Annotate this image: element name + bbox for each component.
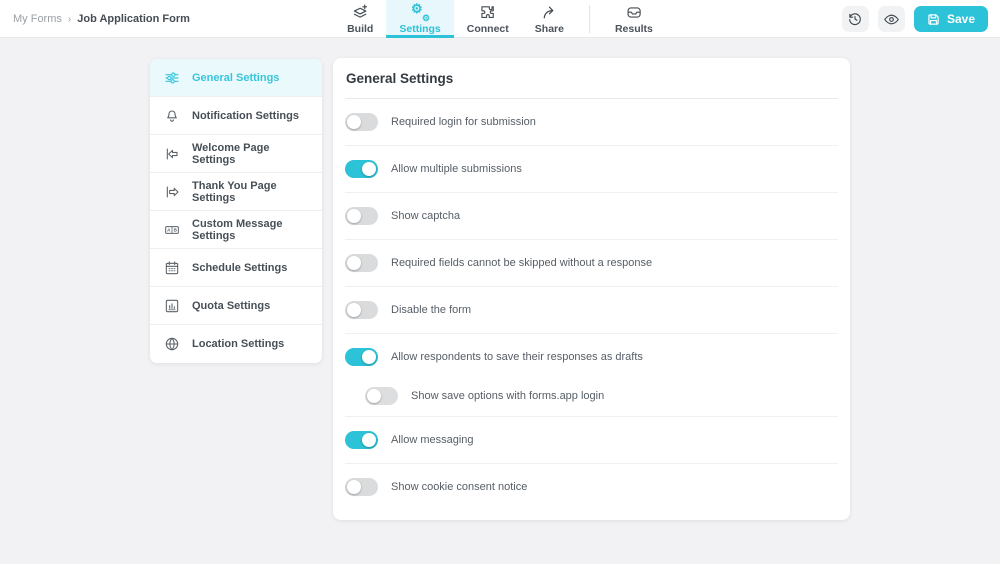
preview-button[interactable] xyxy=(877,6,905,32)
tab-label: Build xyxy=(347,22,374,35)
breadcrumb-separator: › xyxy=(67,13,72,25)
sidebar-item-thank-you-page-settings[interactable]: Thank You Page Settings xyxy=(150,173,322,211)
tab-results[interactable]: Results xyxy=(602,0,666,38)
setting-row-save-options-login: Show save options with forms.app login xyxy=(345,376,838,416)
share-arrow-icon xyxy=(541,4,558,21)
tab-build[interactable]: Build xyxy=(334,0,386,38)
sidebar-item-notification-settings[interactable]: Notification Settings xyxy=(150,97,322,135)
setting-label: Allow multiple submissions xyxy=(391,163,522,175)
setting-row-required-login: Required login for submission xyxy=(345,99,838,145)
setting-row-show-captcha: Show captcha xyxy=(345,193,838,239)
puzzle-icon xyxy=(479,4,496,21)
top-actions: Save xyxy=(841,6,988,32)
gears-icon: ⚙ ⚙ xyxy=(411,0,431,23)
sidebar-item-quota-settings[interactable]: Quota Settings xyxy=(150,287,322,325)
sidebar-item-label: Location Settings xyxy=(192,338,285,350)
setting-group: Show cookie consent notice xyxy=(345,464,838,510)
tab-share[interactable]: Share xyxy=(522,0,577,38)
tab-label: Connect xyxy=(466,22,509,35)
globe-icon xyxy=(164,336,180,352)
setting-group: Allow messaging xyxy=(345,417,838,464)
setting-group: Allow multiple submissions xyxy=(345,146,838,193)
setting-label: Disable the form xyxy=(391,304,472,316)
setting-label: Show captcha xyxy=(391,210,461,222)
setting-label: Show cookie consent notice xyxy=(391,481,528,493)
eye-icon xyxy=(883,11,900,28)
ab-message-icon: A B xyxy=(164,222,180,238)
setting-group: Allow respondents to save their response… xyxy=(345,334,838,417)
tab-group-divider xyxy=(588,5,590,33)
toggle-save-drafts[interactable] xyxy=(345,348,378,366)
sidebar-item-label: Quota Settings xyxy=(192,299,271,312)
tab-label: Results xyxy=(614,22,653,35)
save-label: Save xyxy=(946,12,975,26)
breadcrumb-my-forms[interactable]: My Forms xyxy=(13,13,62,25)
setting-row-cookie-consent: Show cookie consent notice xyxy=(345,464,838,510)
setting-row-disable-form: Disable the form xyxy=(345,287,838,333)
general-settings-panel: General Settings Required login for subm… xyxy=(333,58,850,520)
settings-sidebar: General Settings Notification Settings W… xyxy=(150,59,322,363)
tab-label: Settings xyxy=(399,22,441,35)
main-tabs: Build ⚙ ⚙ Settings Connect Share Results xyxy=(334,0,666,38)
chart-box-icon xyxy=(164,298,180,314)
setting-group: Required fields cannot be skipped withou… xyxy=(345,240,838,287)
calendar-icon xyxy=(164,260,180,276)
tab-settings[interactable]: ⚙ ⚙ Settings xyxy=(386,0,454,38)
sidebar-item-label: General Settings xyxy=(192,71,280,84)
setting-row-multiple-submissions: Allow multiple submissions xyxy=(345,146,838,192)
toggle-required-fields[interactable] xyxy=(345,254,378,272)
sidebar-item-label: Notification Settings xyxy=(192,109,299,122)
toggle-multiple-submissions[interactable] xyxy=(345,160,378,178)
panel-title: General Settings xyxy=(345,58,838,99)
setting-label: Show save options with forms.app login xyxy=(411,390,605,402)
tab-connect[interactable]: Connect xyxy=(454,0,522,38)
toggle-show-captcha[interactable] xyxy=(345,207,378,225)
page-end-icon xyxy=(164,184,180,200)
setting-group: Show captcha xyxy=(345,193,838,240)
svg-text:B: B xyxy=(174,227,178,232)
toggle-cookie-consent[interactable] xyxy=(345,478,378,496)
toggle-disable-form[interactable] xyxy=(345,301,378,319)
toggle-required-login[interactable] xyxy=(345,113,378,131)
save-button[interactable]: Save xyxy=(913,6,988,32)
top-bar: My Forms › Job Application Form Build ⚙ ⚙… xyxy=(0,0,1000,38)
sidebar-item-label: Custom Message Settings xyxy=(192,217,283,242)
svg-text:A: A xyxy=(167,227,171,232)
breadcrumb-form-title: Job Application Form xyxy=(77,13,190,25)
setting-group: Required login for submission xyxy=(345,99,838,146)
toggle-allow-messaging[interactable] xyxy=(345,431,378,449)
toggle-save-options-login[interactable] xyxy=(365,387,398,405)
tab-label: Share xyxy=(534,22,564,35)
sidebar-item-label: Schedule Settings xyxy=(192,261,288,274)
setting-label: Required login for submission xyxy=(391,116,536,128)
floppy-icon xyxy=(927,13,940,26)
sliders-icon xyxy=(164,70,180,86)
sidebar-item-schedule-settings[interactable]: Schedule Settings xyxy=(150,249,322,287)
sidebar-item-location-settings[interactable]: Location Settings xyxy=(150,325,322,363)
setting-row-required-fields: Required fields cannot be skipped withou… xyxy=(345,240,838,286)
breadcrumb: My Forms › Job Application Form xyxy=(13,0,190,38)
sidebar-item-label: Thank You Page Settings xyxy=(192,179,277,204)
inbox-icon xyxy=(625,4,643,21)
sidebar-item-custom-message-settings[interactable]: A B Custom Message Settings xyxy=(150,211,322,249)
setting-row-allow-messaging: Allow messaging xyxy=(345,417,838,463)
setting-group: Disable the form xyxy=(345,287,838,334)
setting-label: Required fields cannot be skipped withou… xyxy=(391,257,653,269)
layers-plus-icon xyxy=(351,3,369,21)
page-start-icon xyxy=(164,146,180,162)
sidebar-item-general-settings[interactable]: General Settings xyxy=(150,59,322,97)
setting-row-save-drafts: Allow respondents to save their response… xyxy=(345,334,838,380)
sidebar-item-welcome-page-settings[interactable]: Welcome Page Settings xyxy=(150,135,322,173)
setting-label: Allow respondents to save their response… xyxy=(391,351,643,363)
history-button[interactable] xyxy=(841,6,869,32)
bell-icon xyxy=(164,108,180,124)
setting-label: Allow messaging xyxy=(391,434,474,446)
sidebar-item-label: Welcome Page Settings xyxy=(192,141,270,166)
history-icon xyxy=(847,11,863,27)
